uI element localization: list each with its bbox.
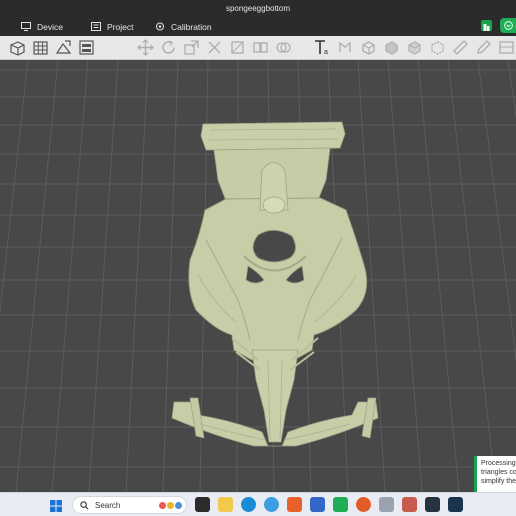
3d-viewport[interactable]: [0, 60, 516, 492]
window-title: spongeeggbottom: [225, 4, 291, 13]
assembly-icon[interactable]: [498, 39, 515, 56]
sync-icon[interactable]: [481, 20, 492, 31]
cut-icon[interactable]: [206, 39, 223, 56]
move-icon[interactable]: [137, 39, 154, 56]
svg-icon[interactable]: [337, 39, 354, 56]
device-tab[interactable]: Device: [21, 17, 63, 36]
photo-app-icon[interactable]: [287, 497, 302, 512]
slicer-window: spongeeggbottom Device Project Calibrati…: [0, 0, 516, 516]
split-icon[interactable]: [252, 39, 269, 56]
measure-icon[interactable]: [452, 39, 469, 56]
build-plate[interactable]: [0, 60, 516, 492]
bambu-studio-icon[interactable]: [333, 497, 348, 512]
support-paint-icon[interactable]: [360, 39, 377, 56]
menu-bar: Device Project Calibration: [0, 17, 516, 36]
camera-app-icon[interactable]: [425, 497, 440, 512]
project-tab[interactable]: Project: [91, 17, 133, 36]
text-icon[interactable]: a: [314, 39, 331, 56]
calibration-label: Calibration: [171, 21, 212, 32]
windows-start-icon[interactable]: [50, 499, 62, 512]
top-right-controls: [481, 18, 516, 33]
color-paint-icon[interactable]: [406, 39, 423, 56]
title-bar: spongeeggbottom: [0, 0, 516, 17]
scale-icon[interactable]: [183, 39, 200, 56]
chrome-icon[interactable]: [264, 497, 279, 512]
grid-arrange-icon[interactable]: [32, 39, 49, 56]
processing-notification[interactable]: Processing o triangles co simplify the: [474, 456, 516, 492]
layers-icon[interactable]: [78, 39, 95, 56]
project-icon: [91, 22, 101, 31]
boolean-icon[interactable]: [275, 39, 292, 56]
notification-line-2: triangles co: [481, 469, 516, 476]
search-highlight-icon: [159, 501, 182, 509]
3d-builder-icon[interactable]: [310, 497, 325, 512]
calibration-icon: [156, 22, 164, 31]
seam-paint-icon[interactable]: [383, 39, 400, 56]
add-object-icon[interactable]: [9, 39, 26, 56]
slicer-app-icon[interactable]: [402, 497, 417, 512]
rotate-icon[interactable]: [160, 39, 177, 56]
search-icon: [80, 500, 89, 509]
orient-icon[interactable]: [55, 39, 72, 56]
search-placeholder: Search: [95, 500, 121, 510]
taskbar-search-box[interactable]: Search: [72, 496, 187, 514]
task-view-icon[interactable]: [195, 497, 210, 512]
chevron-down-icon: [503, 21, 513, 30]
slice-dropdown-button[interactable]: [500, 18, 516, 33]
toolbar: a: [0, 36, 516, 60]
edge-browser-icon[interactable]: [241, 497, 256, 512]
fuzzy-skin-icon[interactable]: [429, 39, 446, 56]
notification-line-3: simplify the: [481, 478, 516, 485]
device-label: Device: [37, 21, 63, 32]
calibration-tab[interactable]: Calibration: [155, 17, 212, 36]
svg-text:a: a: [324, 49, 328, 56]
f1-car-model[interactable]: [171, 121, 379, 447]
notification-line-1: Processing o: [481, 460, 516, 467]
place-on-face-icon[interactable]: [229, 39, 246, 56]
photoshop-icon[interactable]: [448, 497, 463, 512]
monitor-icon: [21, 22, 31, 31]
project-label: Project: [107, 21, 134, 32]
calculator-icon[interactable]: [379, 497, 394, 512]
firefox-icon[interactable]: [356, 497, 371, 512]
windows-taskbar: Search: [0, 492, 516, 516]
pencil-icon[interactable]: [475, 39, 492, 56]
file-explorer-icon[interactable]: [218, 497, 233, 512]
